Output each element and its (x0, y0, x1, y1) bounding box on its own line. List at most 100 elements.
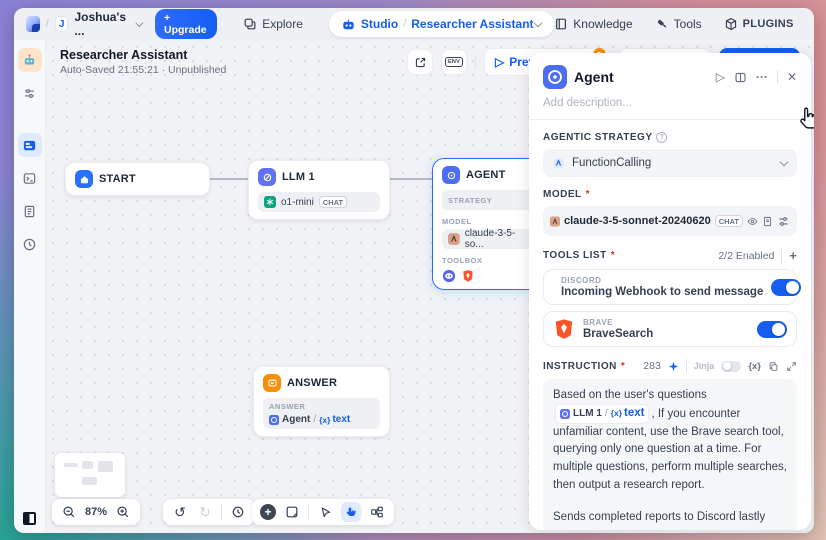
close-icon[interactable]: ✕ (787, 70, 797, 84)
app-settings-icon[interactable] (18, 81, 42, 105)
instruction-text[interactable]: Based on the user's questions LLM 1/{x} te… (543, 379, 797, 530)
explore-icon (243, 17, 257, 31)
node-answer[interactable]: ANSWER ANSWER Agent / {x} text (253, 366, 390, 437)
change-history-icon[interactable] (229, 503, 247, 521)
sidebar-item-orchestrate[interactable] (17, 133, 42, 157)
agent-icon (442, 166, 460, 184)
package-icon (724, 17, 738, 31)
pill-separator: / (403, 18, 407, 30)
tool-name: BraveSearch (583, 328, 654, 340)
copy-icon[interactable] (768, 361, 779, 372)
history-controls: ↺ ↻ (163, 499, 255, 525)
add-node-button[interactable]: + (260, 504, 276, 520)
generate-sparkle-icon[interactable] (668, 361, 679, 372)
variable-icon: {x} (319, 414, 331, 425)
book-icon (554, 17, 568, 31)
nav-explore[interactable]: Explore (243, 17, 303, 31)
zoom-in-icon[interactable] (114, 503, 132, 521)
robot-icon (341, 17, 356, 32)
tool-row-discord[interactable]: DISCORD Incoming Webhook to send message (543, 269, 802, 305)
run-node-icon[interactable]: ▷ (716, 70, 725, 84)
tool-row-brave[interactable]: BRAVE BraveSearch (543, 311, 797, 347)
current-app-name[interactable]: Researcher Assistant (411, 17, 533, 31)
env-icon: ENV (445, 57, 463, 67)
workflow-status: Auto-Saved 21:55:21 · Unpublished (60, 64, 227, 76)
anthropic-model-icon (448, 233, 460, 245)
redo-icon[interactable]: ↻ (196, 503, 214, 521)
nav-plugins[interactable]: PLUGINS (724, 17, 794, 31)
dify-logo[interactable] (26, 16, 40, 32)
sidebar-item-history[interactable] (18, 232, 42, 256)
agent-icon (543, 65, 567, 89)
tools-label: Tools (673, 17, 702, 31)
tab-studio[interactable]: Studio (361, 17, 398, 31)
node-llm[interactable]: LLM 1 o1-mini CHAT (248, 160, 390, 220)
export-button[interactable] (407, 49, 434, 75)
nav-tools[interactable]: Tools (655, 17, 702, 31)
variable-icon[interactable]: {x} (748, 361, 761, 372)
explore-label: Explore (262, 17, 303, 31)
env-variables-button[interactable]: ENV (441, 49, 468, 75)
organize-nodes-icon[interactable] (368, 503, 386, 521)
model-name: claude-3-5-sonnet-20240620 (563, 215, 711, 227)
play-icon: ▷ (495, 55, 505, 69)
description-placeholder[interactable]: Add description... (543, 97, 797, 109)
undo-icon[interactable]: ↺ (171, 503, 189, 521)
answer-icon (263, 374, 281, 392)
chevron-down-icon[interactable] (534, 18, 543, 27)
split-view-icon[interactable] (734, 71, 747, 84)
knowledge-label: Knowledge (573, 17, 633, 31)
instruction-text-para2: Sends completed reports to Discord lastl… (553, 510, 766, 523)
hand-tool-icon[interactable] (341, 502, 361, 522)
more-icon[interactable]: ··· (756, 70, 768, 84)
variable-chip[interactable]: LLM 1/{x} text (556, 404, 649, 423)
document-icon (762, 216, 773, 227)
model-select[interactable]: claude-3-5-sonnet-20240620 CHAT (543, 206, 797, 236)
vision-icon (747, 216, 758, 227)
llm-icon (258, 168, 276, 186)
tool-toggle[interactable] (771, 278, 802, 296)
instruction-char-count: 283 (643, 360, 661, 372)
pointer-tool-icon[interactable] (316, 503, 334, 521)
workspace-name[interactable]: Joshua's ... (74, 10, 130, 38)
chevron-down-icon (779, 157, 789, 166)
sidebar-item-logs[interactable] (18, 199, 42, 223)
brave-icon (555, 319, 573, 339)
add-tool-icon[interactable]: + (789, 248, 797, 263)
plugins-label: PLUGINS (742, 18, 794, 30)
add-note-icon[interactable] (283, 503, 301, 521)
model-label: MODEL (543, 189, 582, 200)
zoom-out-icon[interactable] (60, 503, 78, 521)
chat-badge: CHAT (318, 196, 348, 208)
chevron-down-icon[interactable] (135, 18, 144, 27)
model-name: o1-mini (281, 196, 314, 208)
instruction-text-before: Based on the user's questions (553, 389, 707, 401)
upgrade-button[interactable]: + Upgrade (154, 9, 218, 39)
panel-toggle-icon[interactable] (23, 512, 36, 525)
left-sidebar (14, 40, 46, 533)
tools-enabled-count: 2/2 Enabled (718, 249, 775, 262)
help-icon[interactable]: ? (656, 132, 668, 143)
minimap[interactable] (55, 453, 125, 497)
nav-knowledge[interactable]: Knowledge (554, 17, 633, 31)
panel-title: Agent (574, 69, 614, 85)
node-title: AGENT (466, 169, 506, 181)
model-name: claude-3-5-so... (464, 228, 516, 250)
hammer-icon (655, 17, 669, 31)
node-start[interactable]: START (65, 162, 210, 196)
strategy-select[interactable]: FunctionCalling (543, 149, 797, 177)
answer-output: ANSWER Agent / {x} text (263, 398, 380, 429)
node-title: LLM 1 (282, 171, 315, 183)
model-params-icon[interactable] (777, 215, 790, 228)
sidebar-item-preview[interactable] (18, 166, 42, 190)
tool-toggle[interactable] (757, 320, 787, 338)
workspace-avatar[interactable]: J (54, 16, 69, 32)
app-avatar-robot[interactable] (17, 48, 42, 72)
chat-badge: CHAT (714, 215, 743, 227)
llm-mini-icon (560, 408, 570, 419)
zoom-level[interactable]: 87% (85, 506, 107, 518)
anthropic-model-icon (550, 216, 560, 226)
nav-studio-pill[interactable]: Studio / Researcher Assistant (328, 11, 555, 37)
expand-icon[interactable] (786, 361, 797, 372)
jinja-toggle[interactable] (721, 360, 742, 372)
